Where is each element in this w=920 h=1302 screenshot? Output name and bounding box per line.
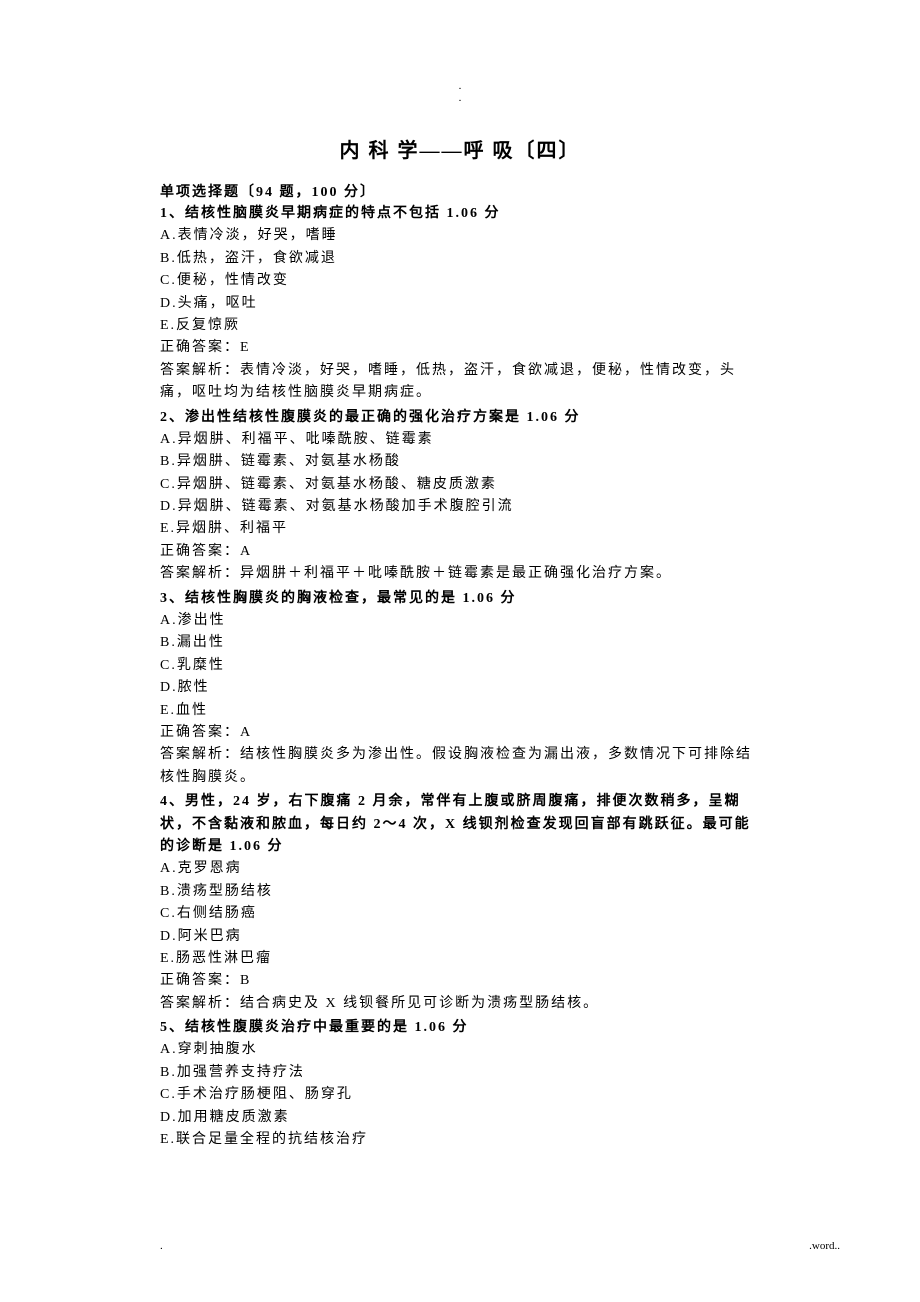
- header-periods: . .: [160, 80, 760, 104]
- question-text: 5、结核性腹膜炎治疗中最重要的是 1.06 分: [160, 1017, 760, 1039]
- question-text: 2、渗出性结核性腹膜炎的最正确的强化治疗方案是 1.06 分: [160, 407, 760, 429]
- correct-answer: 正确答案：B: [160, 970, 760, 992]
- option-d: D.阿米巴病: [160, 926, 760, 948]
- option-a: A.渗出性: [160, 610, 760, 632]
- option-c: C.乳糜性: [160, 655, 760, 677]
- answer-explanation: 答案解析：结合病史及 X 线钡餐所见可诊断为溃疡型肠结核。: [160, 993, 760, 1015]
- option-b: B.漏出性: [160, 632, 760, 654]
- question-2: 2、渗出性结核性腹膜炎的最正确的强化治疗方案是 1.06 分 A.异烟肼、利福平…: [160, 407, 760, 586]
- question-text: 3、结核性胸膜炎的胸液检查，最常见的是 1.06 分: [160, 588, 760, 610]
- option-e: E.联合足量全程的抗结核治疗: [160, 1129, 760, 1151]
- question-3: 3、结核性胸膜炎的胸液检查，最常见的是 1.06 分 A.渗出性 B.漏出性 C…: [160, 588, 760, 790]
- option-a: A.异烟肼、利福平、吡嗪酰胺、链霉素: [160, 429, 760, 451]
- option-b: B.异烟肼、链霉素、对氨基水杨酸: [160, 451, 760, 473]
- answer-explanation: 答案解析：结核性胸膜炎多为渗出性。假设胸液检查为漏出液，多数情况下可排除结核性胸…: [160, 744, 760, 789]
- option-c: C.手术治疗肠梗阻、肠穿孔: [160, 1084, 760, 1106]
- option-c: C.异烟肼、链霉素、对氨基水杨酸、糖皮质激素: [160, 474, 760, 496]
- option-e: E.肠恶性淋巴瘤: [160, 948, 760, 970]
- option-a: A.穿刺抽腹水: [160, 1039, 760, 1061]
- answer-explanation: 答案解析：表情冷淡，好哭，嗜睡，低热，盗汗，食欲减退，便秘，性情改变，头痛，呕吐…: [160, 360, 760, 405]
- question-text: 4、男性，24 岁，右下腹痛 2 月余，常伴有上腹或脐周腹痛，排便次数稍多，呈糊…: [160, 791, 760, 858]
- option-a: A.表情冷淡，好哭，嗜睡: [160, 225, 760, 247]
- option-c: C.右侧结肠癌: [160, 903, 760, 925]
- option-b: B.低热，盗汗，食欲减退: [160, 248, 760, 270]
- option-a: A.克罗恩病: [160, 858, 760, 880]
- question-5: 5、结核性腹膜炎治疗中最重要的是 1.06 分 A.穿刺抽腹水 B.加强营养支持…: [160, 1017, 760, 1151]
- answer-explanation: 答案解析：异烟肼＋利福平＋吡嗪酰胺＋链霉素是最正确强化治疗方案。: [160, 563, 760, 585]
- page-footer: . .word..: [160, 1240, 840, 1252]
- section-header: 单项选择题〔94 题，100 分〕: [160, 181, 760, 201]
- footer-right: .word..: [809, 1240, 840, 1252]
- option-b: B.加强营养支持疗法: [160, 1062, 760, 1084]
- option-b: B.溃疡型肠结核: [160, 881, 760, 903]
- option-c: C.便秘，性情改变: [160, 270, 760, 292]
- question-text: 1、结核性脑膜炎早期病症的特点不包括 1.06 分: [160, 203, 760, 225]
- option-e: E.血性: [160, 700, 760, 722]
- correct-answer: 正确答案：E: [160, 337, 760, 359]
- option-d: D.异烟肼、链霉素、对氨基水杨酸加手术腹腔引流: [160, 496, 760, 518]
- option-d: D.加用糖皮质激素: [160, 1107, 760, 1129]
- correct-answer: 正确答案：A: [160, 541, 760, 563]
- question-1: 1、结核性脑膜炎早期病症的特点不包括 1.06 分 A.表情冷淡，好哭，嗜睡 B…: [160, 203, 760, 405]
- page-title: 内 科 学——呼 吸〔四〕: [160, 134, 760, 163]
- option-e: E.异烟肼、利福平: [160, 518, 760, 540]
- question-4: 4、男性，24 岁，右下腹痛 2 月余，常伴有上腹或脐周腹痛，排便次数稍多，呈糊…: [160, 791, 760, 1015]
- option-e: E.反复惊厥: [160, 315, 760, 337]
- option-d: D.脓性: [160, 677, 760, 699]
- correct-answer: 正确答案：A: [160, 722, 760, 744]
- footer-left: .: [160, 1240, 163, 1252]
- option-d: D.头痛，呕吐: [160, 293, 760, 315]
